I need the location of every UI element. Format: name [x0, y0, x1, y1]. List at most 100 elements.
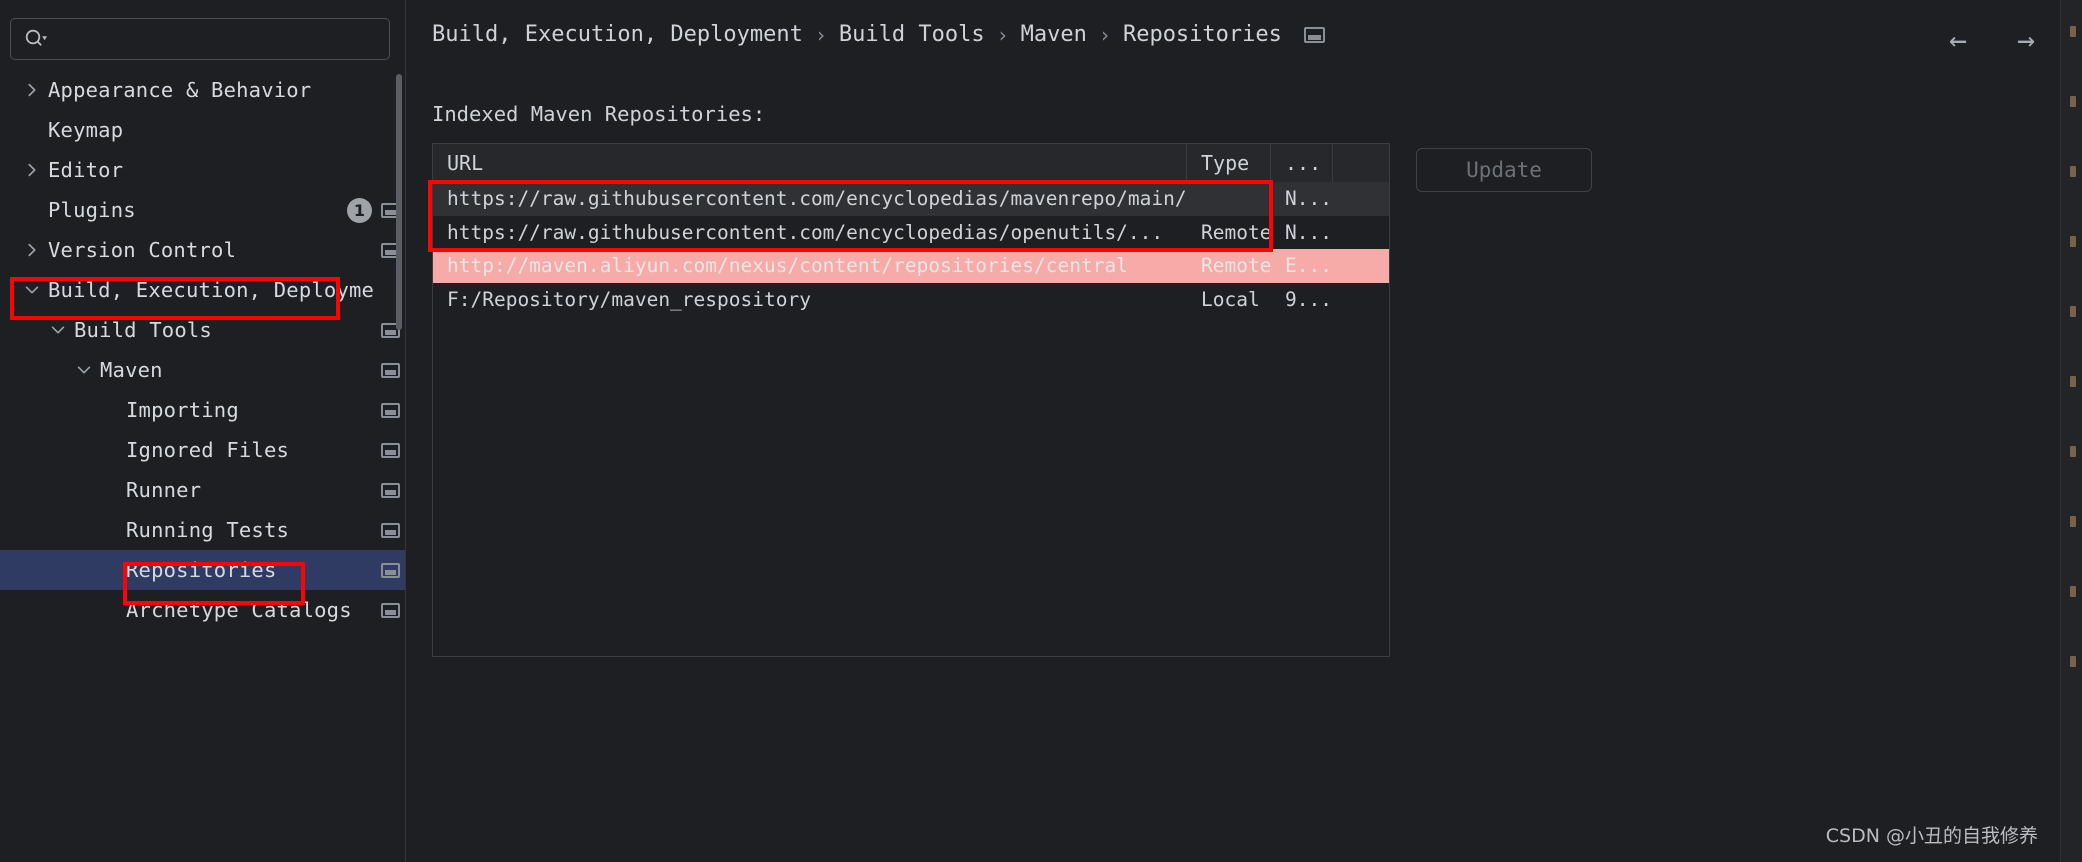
- breadcrumb-item[interactable]: Build Tools: [839, 22, 985, 47]
- sidebar-item-adornments: [381, 590, 400, 630]
- cell-dots: N...: [1285, 187, 1332, 211]
- window-settings-icon[interactable]: [381, 402, 400, 418]
- search-input[interactable]: [47, 29, 389, 49]
- sidebar-item-label: Version Control: [48, 238, 237, 262]
- marker-tick: [2070, 656, 2076, 667]
- table-row[interactable]: http://maven.aliyun.com/nexus/content/re…: [433, 249, 1389, 283]
- marker-tick: [2070, 96, 2076, 107]
- column-header-type[interactable]: Type: [1187, 143, 1271, 182]
- search-icon: [23, 27, 47, 51]
- chevron-right-icon[interactable]: [22, 240, 42, 260]
- sidebar-item-label: Running Tests: [126, 518, 290, 542]
- sidebar-item-label: Editor: [48, 158, 124, 182]
- settings-dialog: Appearance & Behavior Keymap Editor Plugins…: [0, 0, 2082, 862]
- sidebar-item-editor[interactable]: Editor: [0, 150, 406, 190]
- search-box[interactable]: [10, 18, 390, 60]
- marker-tick: [2070, 26, 2076, 37]
- sidebar-item-label: Repositories: [126, 558, 277, 582]
- cell-url: http://maven.aliyun.com/nexus/content/re…: [447, 254, 1128, 278]
- column-header-extra[interactable]: [1333, 143, 1389, 182]
- window-settings-icon[interactable]: [381, 522, 400, 538]
- window-settings-icon[interactable]: [381, 602, 400, 618]
- table-row[interactable]: https://raw.githubusercontent.com/encycl…: [433, 182, 1389, 216]
- sidebar-item-maven[interactable]: Maven: [0, 350, 406, 390]
- forward-arrow-icon[interactable]: →: [2006, 24, 2046, 58]
- breadcrumb-item[interactable]: Repositories: [1123, 22, 1282, 47]
- sidebar-item-adornments: [381, 550, 400, 590]
- marker-tick: [2070, 166, 2076, 177]
- marker-tick: [2070, 376, 2076, 387]
- sidebar-item-label: Build Tools: [74, 318, 212, 342]
- sidebar-scrollbar[interactable]: [396, 74, 402, 330]
- cell-type: Remote: [1201, 254, 1271, 278]
- marker-tick: [2070, 446, 2076, 457]
- table-row[interactable]: F:/Repository/maven_respository Local 9...: [433, 283, 1389, 317]
- marker-tick: [2070, 306, 2076, 317]
- sidebar-item-importing[interactable]: Importing: [0, 390, 406, 430]
- back-arrow-icon[interactable]: ←: [1938, 24, 1978, 58]
- cell-url: https://raw.githubusercontent.com/encycl…: [447, 220, 1164, 244]
- sidebar-item-label: Build, Execution, Deployme: [48, 278, 375, 302]
- sidebar-item-label: Keymap: [48, 118, 124, 142]
- table-header-row: URL Type ...: [433, 143, 1389, 182]
- sidebar-item-runner[interactable]: Runner: [0, 470, 406, 510]
- sidebar-item-repositories[interactable]: Repositories: [0, 550, 406, 590]
- sidebar-item-version-control[interactable]: Version Control: [0, 230, 406, 270]
- sidebar-item-keymap[interactable]: Keymap: [0, 110, 406, 150]
- chevron-right-icon[interactable]: [22, 160, 42, 180]
- sidebar-item-appearance-behavior[interactable]: Appearance & Behavior: [0, 70, 406, 110]
- sidebar-item-adornments: [381, 510, 400, 550]
- sidebar-item-running-tests[interactable]: Running Tests: [0, 510, 406, 550]
- chevron-down-icon[interactable]: [48, 320, 68, 340]
- window-settings-icon[interactable]: [381, 442, 400, 458]
- cell-dots: N...: [1285, 220, 1332, 244]
- cell-url: https://raw.githubusercontent.com/encycl…: [447, 187, 1187, 211]
- sidebar-item-label: Runner: [126, 478, 202, 502]
- sidebar-item-build-execution-deployme[interactable]: Build, Execution, Deployme: [0, 270, 406, 310]
- chevron-down-icon[interactable]: [22, 280, 42, 300]
- cell-extra: [1333, 283, 1389, 317]
- breadcrumb-item[interactable]: Build, Execution, Deployment: [432, 22, 803, 47]
- chevron-down-icon[interactable]: [74, 360, 94, 380]
- sidebar-item-label: Ignored Files: [126, 438, 290, 462]
- cell-type: Local: [1201, 287, 1260, 311]
- cell-type: Remote: [1201, 220, 1271, 244]
- breadcrumb-item[interactable]: Maven: [1021, 22, 1087, 47]
- cell-extra: [1333, 182, 1389, 216]
- repositories-table: URL Type ... https://raw.githubuserconte…: [432, 143, 1390, 657]
- sidebar-item-build-tools[interactable]: Build Tools: [0, 310, 406, 350]
- update-button[interactable]: Update: [1416, 148, 1592, 192]
- marker-tick: [2070, 586, 2076, 597]
- table-empty-space: [433, 316, 1389, 656]
- chevron-right-icon[interactable]: [22, 80, 42, 100]
- breadcrumb-separator: ›: [1098, 22, 1111, 47]
- column-header-dots[interactable]: ...: [1271, 143, 1333, 182]
- plugin-update-badge: 1: [347, 197, 372, 223]
- sidebar-item-label: Appearance & Behavior: [48, 78, 312, 102]
- window-settings-icon[interactable]: [381, 562, 400, 578]
- sidebar-item-adornments: 1: [347, 190, 400, 230]
- section-title: Indexed Maven Repositories:: [432, 102, 766, 126]
- breadcrumb: Build, Execution, Deployment › Build Tools…: [432, 22, 1325, 47]
- sidebar-item-adornments: [381, 470, 400, 510]
- sidebar-item-ignored-files[interactable]: Ignored Files: [0, 430, 406, 470]
- sidebar-item-adornments: [381, 350, 400, 390]
- breadcrumb-separator: ›: [996, 22, 1009, 47]
- window-settings-icon[interactable]: [381, 362, 400, 378]
- sidebar-item-plugins[interactable]: Plugins 1: [0, 190, 406, 230]
- sidebar-item-label: Maven: [100, 358, 163, 382]
- column-header-url[interactable]: URL: [433, 143, 1187, 182]
- watermark: CSDN @小丑的自我修养: [1825, 825, 2038, 847]
- window-settings-icon[interactable]: [381, 482, 400, 498]
- window-settings-icon[interactable]: [1303, 26, 1325, 43]
- navigation-buttons: ← →: [1938, 24, 2046, 58]
- cell-dots: 9...: [1285, 287, 1332, 311]
- marker-tick: [2070, 236, 2076, 247]
- sidebar-item-archetype-catalogs[interactable]: Archetype Catalogs: [0, 590, 406, 630]
- cell-extra: [1333, 216, 1389, 250]
- sidebar-item-label: Archetype Catalogs: [126, 598, 352, 622]
- right-marker-strip[interactable]: [2060, 0, 2082, 862]
- cell-dots: E...: [1285, 254, 1332, 278]
- settings-tree: Appearance & Behavior Keymap Editor Plugins…: [0, 70, 406, 862]
- table-row[interactable]: https://raw.githubusercontent.com/encycl…: [433, 216, 1389, 250]
